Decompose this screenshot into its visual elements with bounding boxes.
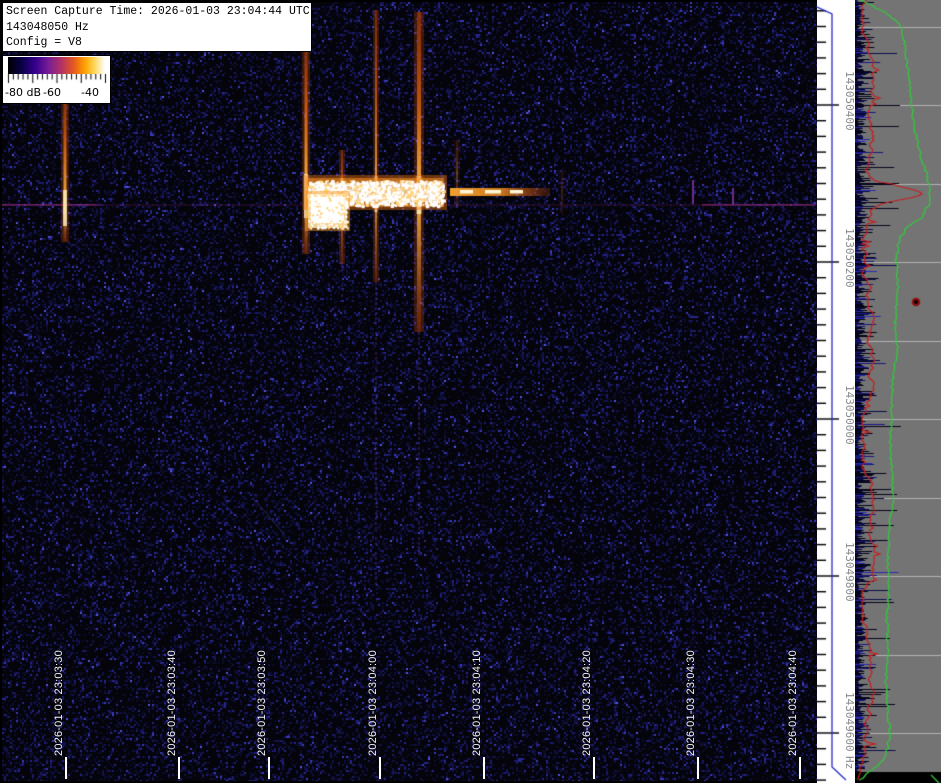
time-axis-tick: [379, 757, 381, 779]
frequency-axis-label: 143049800: [843, 542, 856, 602]
frequency-axis-label: 143050400: [843, 71, 856, 131]
time-axis-label: 2026-01-03 23:03:40: [166, 650, 178, 756]
time-axis-label: 2026-01-03 23:03:50: [256, 650, 268, 756]
time-axis-tick: [697, 757, 699, 779]
frequency-axis-label: 143049600: [843, 692, 856, 752]
capture-time-text: Screen Capture Time: 2026-01-03 23:04:44…: [6, 5, 310, 18]
time-axis-tick: [268, 757, 270, 779]
time-axis-tick: [593, 757, 595, 779]
colorbar-ruler: [5, 74, 110, 86]
capture-info-box: Screen Capture Time: 2026-01-03 23:04:44…: [2, 2, 312, 52]
colorbar-legend: -80 dB -60 -40: [2, 55, 111, 104]
time-axis-tick: [178, 757, 180, 779]
frequency-axis-unit: Hz: [843, 756, 856, 770]
spectrogram-app-screen: Screen Capture Time: 2026-01-03 23:04:44…: [0, 0, 941, 783]
live-spectrum-panel[interactable]: [855, 0, 941, 783]
config-text: Config = V8: [6, 36, 82, 49]
time-axis-label: 2026-01-03 23:04:30: [685, 650, 697, 756]
time-axis-label: 2026-01-03 23:04:20: [581, 650, 593, 756]
colorbar-min-label: -80 dB: [5, 86, 41, 99]
colorbar-gradient: [8, 57, 105, 74]
time-axis-tick: [65, 757, 67, 779]
frequency-axis-label: 143050000: [843, 385, 856, 445]
frequency-axis-label: 143050200: [843, 228, 856, 288]
colorbar-max-label: -40: [81, 86, 99, 99]
time-axis-label: 2026-01-03 23:03:30: [53, 650, 65, 756]
colorbar-mid-label: -60: [43, 86, 61, 99]
center-frequency-text: 143048050 Hz: [6, 20, 89, 34]
time-axis-label: 2026-01-03 23:04:00: [367, 650, 379, 756]
time-axis-tick: [483, 757, 485, 779]
time-axis-label: 2026-01-03 23:04:40: [787, 650, 799, 756]
time-axis-tick: [799, 757, 801, 779]
time-axis-label: 2026-01-03 23:04:10: [471, 650, 483, 756]
